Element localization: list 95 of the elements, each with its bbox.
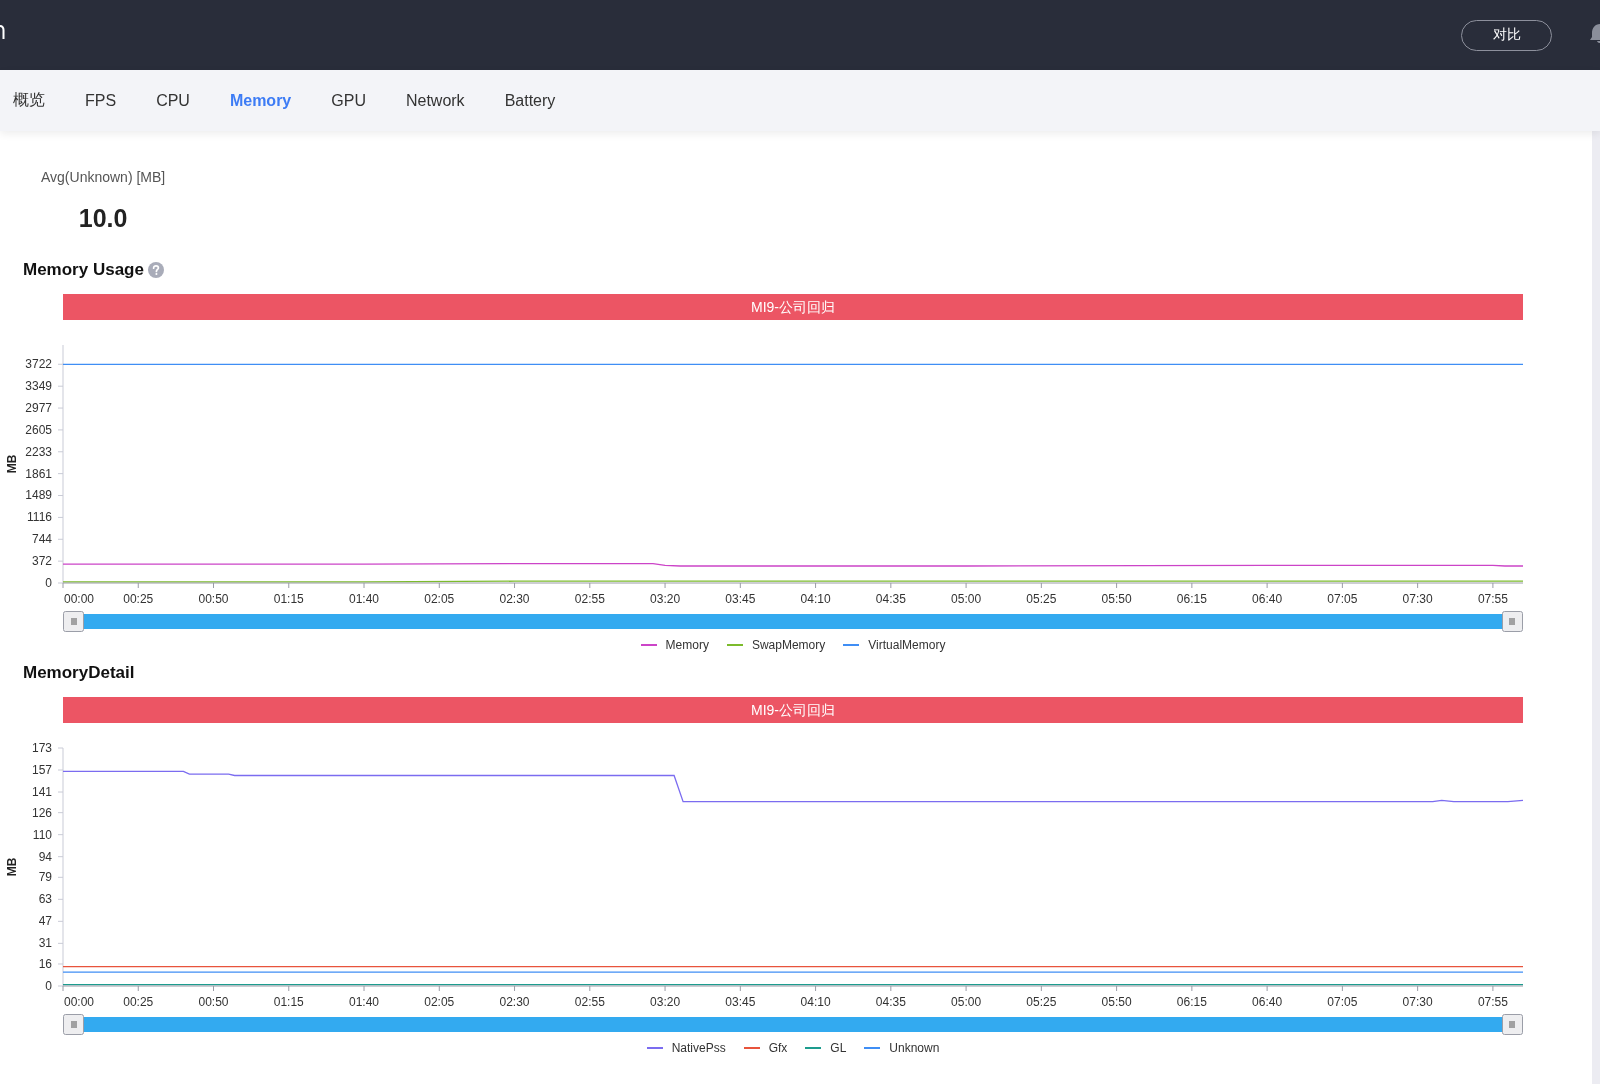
x-tick-label: 01:15 xyxy=(273,592,304,606)
x-tick-label: 05:00 xyxy=(951,592,982,606)
legend-item[interactable]: GL xyxy=(801,1038,851,1058)
slider-handle[interactable] xyxy=(63,611,84,632)
x-tick-label: 05:50 xyxy=(1101,592,1132,606)
x-tick-label: 03:45 xyxy=(725,995,756,1009)
scrollbar[interactable] xyxy=(1592,131,1600,1084)
x-tick-label: 07:55 xyxy=(1477,995,1508,1009)
x-tick-label: 01:15 xyxy=(273,995,304,1009)
y-tick-label: 372 xyxy=(31,554,52,569)
logo-icon xyxy=(0,24,5,40)
y-tick-label: 1489 xyxy=(25,488,52,503)
tab[interactable]: Network xyxy=(392,70,478,131)
chart-banner: MI9-公司回归 xyxy=(63,294,1523,320)
y-tick-label: 63 xyxy=(38,892,52,907)
bell-icon[interactable] xyxy=(1590,23,1600,43)
x-tick-label: 04:10 xyxy=(800,592,831,606)
y-tick-label: 2233 xyxy=(25,444,52,459)
zoom-slider-track[interactable] xyxy=(84,1017,1502,1032)
y-tick-label: 1116 xyxy=(27,510,52,525)
y-tick-label: 1861 xyxy=(25,466,52,481)
x-tick-label: 07:05 xyxy=(1327,592,1358,606)
legend-item[interactable]: SwapMemory xyxy=(722,635,830,655)
y-tick-label: 157 xyxy=(31,763,52,777)
slider-handle[interactable] xyxy=(1502,611,1523,632)
x-tick-label: 06:15 xyxy=(1176,592,1207,606)
x-tick-label: 05:25 xyxy=(1026,995,1057,1009)
y-tick-label: 31 xyxy=(38,936,52,951)
x-tick-label: 00:25 xyxy=(123,592,154,606)
y-tick-label: 0 xyxy=(45,979,52,993)
x-tick-label: 00:25 xyxy=(123,995,154,1009)
y-tick-label: 141 xyxy=(31,785,52,799)
tab[interactable]: CPU xyxy=(143,70,203,131)
y-tick-label: 0 xyxy=(45,576,52,590)
axis-title: MB xyxy=(5,857,19,877)
x-tick-label: 00:00 xyxy=(64,995,95,1009)
y-tick-label: 79 xyxy=(38,870,52,885)
legend-item[interactable]: NativePss xyxy=(642,1038,730,1058)
tab[interactable]: FPS xyxy=(72,70,130,131)
section-title: Memory Usage xyxy=(23,259,144,281)
y-tick-label: 126 xyxy=(31,805,52,820)
x-tick-label: 04:35 xyxy=(875,592,906,606)
x-tick-label: 01:40 xyxy=(349,995,380,1009)
x-tick-label: 04:35 xyxy=(875,995,906,1009)
x-tick-label: 05:25 xyxy=(1026,592,1057,606)
x-tick-label: 06:15 xyxy=(1176,995,1207,1009)
y-tick-label: 173 xyxy=(31,741,52,755)
legend-item[interactable]: Unknown xyxy=(860,1038,944,1058)
slider-handle[interactable] xyxy=(1502,1014,1523,1035)
x-tick-label: 05:00 xyxy=(951,995,982,1009)
x-tick-label: 00:50 xyxy=(198,592,229,606)
y-tick-label: 110 xyxy=(32,827,52,842)
x-tick-label: 07:55 xyxy=(1477,592,1508,606)
y-tick-label: 47 xyxy=(38,914,52,929)
x-tick-label: 07:05 xyxy=(1327,995,1358,1009)
legend-item[interactable]: Gfx xyxy=(739,1038,792,1058)
x-tick-label: 04:10 xyxy=(800,995,831,1009)
y-tick-label: 94 xyxy=(38,849,52,864)
y-tick-label: 2977 xyxy=(25,401,52,416)
x-tick-label: 01:40 xyxy=(349,592,380,606)
y-tick-label: 16 xyxy=(38,957,52,971)
x-tick-label: 02:05 xyxy=(424,592,455,606)
y-tick-label: 3722 xyxy=(25,357,52,372)
tab[interactable]: Memory xyxy=(216,70,305,131)
x-tick-label: 05:50 xyxy=(1101,995,1132,1009)
x-tick-label: 00:50 xyxy=(198,995,229,1009)
section-title: MemoryDetail xyxy=(23,662,135,684)
x-tick-label: 07:30 xyxy=(1402,592,1433,606)
stat-value: 10.0 xyxy=(78,203,128,234)
y-tick-label: 744 xyxy=(31,532,52,547)
stat-label: Avg(Unknown) [MB] xyxy=(41,168,166,187)
y-tick-label: 2605 xyxy=(25,422,52,437)
x-tick-label: 03:20 xyxy=(650,995,681,1009)
axis-title: MB xyxy=(5,454,19,474)
x-tick-label: 02:30 xyxy=(499,592,530,606)
legend-item[interactable]: VirtualMemory xyxy=(839,635,950,655)
x-tick-label: 02:30 xyxy=(499,995,530,1009)
x-tick-label: 03:20 xyxy=(650,592,681,606)
help-icon[interactable] xyxy=(147,262,164,278)
x-tick-label: 02:55 xyxy=(574,592,605,606)
x-tick-label: 06:40 xyxy=(1252,592,1283,606)
x-tick-label: 07:30 xyxy=(1402,995,1433,1009)
zoom-slider-track[interactable] xyxy=(84,614,1502,629)
chart-banner: MI9-公司回归 xyxy=(63,697,1523,723)
tab[interactable]: 概览 xyxy=(0,70,58,131)
x-tick-label: 02:05 xyxy=(424,995,455,1009)
x-tick-label: 00:00 xyxy=(64,592,95,606)
x-tick-label: 02:55 xyxy=(574,995,605,1009)
y-tick-label: 3349 xyxy=(25,379,52,394)
tab[interactable]: GPU xyxy=(318,70,379,131)
x-tick-label: 06:40 xyxy=(1252,995,1283,1009)
x-tick-label: 03:45 xyxy=(725,592,756,606)
slider-handle[interactable] xyxy=(63,1014,84,1035)
tab[interactable]: Battery xyxy=(491,70,569,131)
legend-item[interactable]: Memory xyxy=(636,635,713,655)
